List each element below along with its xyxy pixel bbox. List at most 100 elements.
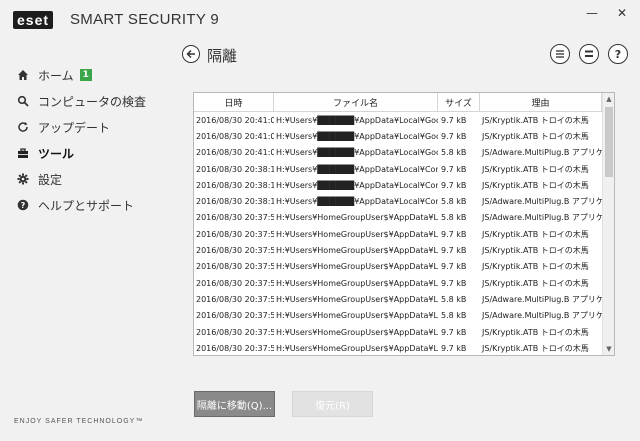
cell-size: 5.8 kB (441, 294, 467, 304)
cell-filename: H:¥Users¥HomeGroupUser$¥AppData¥Lo... (276, 343, 438, 353)
sidebar-item-home[interactable]: ホーム 1 (0, 62, 180, 88)
table-row[interactable]: 2016/08/30 20:37:55 H:¥Users¥HomeGroupUse… (194, 324, 602, 340)
cell-reason: JS/Kryptik.ATB トロイの木馬 (482, 343, 589, 353)
sidebar-item-computer-scan[interactable]: コンピュータの検査 (0, 88, 180, 114)
table-row[interactable]: 2016/08/30 20:38:10 H:¥Users¥██████¥AppDa… (194, 193, 602, 209)
cell-size: 9.7 kB (441, 229, 467, 239)
cell-size: 9.7 kB (441, 246, 467, 256)
table-row[interactable]: 2016/08/30 20:37:56 H:¥Users¥HomeGroupUse… (194, 226, 602, 242)
list-view-icon[interactable] (579, 44, 599, 64)
cell-reason: JS/Kryptik.ATB トロイの木馬 (482, 164, 589, 174)
sidebar: ホーム 1 コンピュータの検査 アップデート ツール 設定 ? ヘルプとサポート (0, 62, 180, 218)
gear-icon (16, 172, 30, 186)
table-row[interactable]: 2016/08/30 20:41:02 H:¥Users¥██████¥AppDa… (194, 128, 602, 144)
table-row[interactable]: 2016/08/30 20:37:56 H:¥Users¥HomeGroupUse… (194, 242, 602, 258)
column-header-date[interactable]: 日時 (194, 93, 274, 111)
cell-filename: H:¥Users¥HomeGroupUser$¥AppData¥Lo... (276, 294, 438, 304)
table-row[interactable]: 2016/08/30 20:41:02 H:¥Users¥██████¥AppDa… (194, 112, 602, 128)
cell-filename: H:¥Users¥HomeGroupUser$¥AppData¥Lo... (276, 229, 438, 239)
title-bar: eset SMART SECURITY 9 — ✕ (0, 0, 640, 36)
cell-size: 9.7 kB (441, 278, 467, 288)
cell-size: 9.7 kB (441, 180, 467, 190)
svg-text:?: ? (21, 201, 26, 210)
cell-size: 9.7 kB (441, 327, 467, 337)
quarantine-table[interactable]: 日時 ファイル名 サイズ 理由 2016/08/30 20:41:02 H:¥Us… (193, 92, 615, 356)
table-row[interactable]: 2016/08/30 20:37:55 H:¥Users¥HomeGroupUse… (194, 340, 602, 355)
cell-date: 2016/08/30 20:37:56 (196, 246, 274, 256)
sidebar-item-update[interactable]: アップデート (0, 114, 180, 140)
cell-date: 2016/08/30 20:41:02 (196, 148, 274, 158)
cell-reason: JS/Adware.MultiPlug.B アプリケ... (482, 294, 602, 304)
sidebar-item-label: ホーム (38, 68, 74, 83)
cell-reason: JS/Kryptik.ATB トロイの木馬 (482, 278, 589, 288)
window-controls: — ✕ (580, 4, 634, 22)
table-body: 2016/08/30 20:41:02 H:¥Users¥██████¥AppDa… (194, 112, 602, 355)
cell-reason: JS/Kryptik.ATB トロイの木馬 (482, 229, 589, 239)
back-button[interactable] (182, 45, 200, 63)
vertical-scrollbar[interactable]: ▲ ▼ (602, 93, 614, 355)
cell-date: 2016/08/30 20:37:56 (196, 229, 274, 239)
table-row[interactable]: 2016/08/30 20:37:55 H:¥Users¥HomeGroupUse… (194, 308, 602, 324)
sidebar-item-tools[interactable]: ツール (0, 140, 180, 166)
cell-date: 2016/08/30 20:37:55 (196, 294, 274, 304)
sidebar-item-label: アップデート (38, 120, 111, 135)
help-icon[interactable]: ? (608, 44, 628, 64)
cell-date: 2016/08/30 20:37:55 (196, 311, 274, 321)
cell-date: 2016/08/30 20:38:10 (196, 197, 274, 207)
sidebar-item-label: ヘルプとサポート (38, 198, 135, 213)
cell-size: 5.8 kB (441, 148, 467, 158)
move-to-quarantine-button[interactable]: 隔離に移動(Q)... (194, 391, 275, 417)
table-row[interactable]: 2016/08/30 20:37:55 H:¥Users¥HomeGroupUse… (194, 275, 602, 291)
search-icon (16, 94, 30, 108)
column-header-size[interactable]: サイズ (438, 93, 480, 111)
table-row[interactable]: 2016/08/30 20:38:10 H:¥Users¥██████¥AppDa… (194, 177, 602, 193)
scroll-thumb[interactable] (605, 107, 613, 177)
column-header-reason[interactable]: 理由 (480, 93, 602, 111)
cell-filename: H:¥Users¥██████¥AppData¥Local¥Goo... (276, 148, 438, 158)
cell-reason: JS/Kryptik.ATB トロイの木馬 (482, 131, 589, 141)
table-row[interactable]: 2016/08/30 20:41:02 H:¥Users¥██████¥AppDa… (194, 145, 602, 161)
cell-reason: JS/Adware.MultiPlug.B アプリケ... (482, 148, 602, 158)
table-row[interactable]: 2016/08/30 20:37:56 H:¥Users¥HomeGroupUse… (194, 210, 602, 226)
cell-date: 2016/08/30 20:37:55 (196, 343, 274, 353)
table-row[interactable]: 2016/08/30 20:37:56 H:¥Users¥HomeGroupUse… (194, 259, 602, 275)
sidebar-item-settings[interactable]: 設定 (0, 166, 180, 192)
restore-button[interactable]: 復元(R) (292, 391, 373, 417)
refresh-icon (16, 120, 30, 134)
sidebar-item-label: ツール (38, 146, 75, 161)
cell-date: 2016/08/30 20:41:02 (196, 115, 274, 125)
scroll-down-icon[interactable]: ▼ (603, 343, 614, 355)
help-icon: ? (16, 198, 30, 212)
cell-reason: JS/Kryptik.ATB トロイの木馬 (482, 246, 589, 256)
header-actions: ? (550, 44, 628, 64)
cell-date: 2016/08/30 20:38:10 (196, 180, 274, 190)
cell-reason: JS/Kryptik.ATB トロイの木馬 (482, 262, 589, 272)
table-row[interactable]: 2016/08/30 20:37:55 H:¥Users¥HomeGroupUse… (194, 291, 602, 307)
scroll-up-icon[interactable]: ▲ (603, 93, 614, 105)
sidebar-item-label: コンピュータの検査 (38, 94, 147, 109)
cell-filename: H:¥Users¥HomeGroupUser$¥AppData¥Lo... (276, 213, 438, 223)
cell-filename: H:¥Users¥██████¥AppData¥Local¥Goo... (276, 115, 438, 125)
page-title: 隔離 (207, 47, 238, 65)
table-row[interactable]: 2016/08/30 20:38:10 H:¥Users¥██████¥AppDa… (194, 161, 602, 177)
menu-icon[interactable] (550, 44, 570, 64)
cell-filename: H:¥Users¥HomeGroupUser$¥AppData¥Lo... (276, 262, 438, 272)
close-button[interactable]: ✕ (610, 4, 634, 22)
cell-date: 2016/08/30 20:37:56 (196, 213, 274, 223)
cell-reason: JS/Adware.MultiPlug.B アプリケ... (482, 197, 602, 207)
cell-date: 2016/08/30 20:41:02 (196, 131, 274, 141)
cell-reason: JS/Kryptik.ATB トロイの木馬 (482, 180, 589, 190)
cell-size: 9.7 kB (441, 115, 467, 125)
sidebar-item-help[interactable]: ? ヘルプとサポート (0, 192, 180, 218)
column-header-filename[interactable]: ファイル名 (274, 93, 438, 111)
minimize-button[interactable]: — (580, 4, 604, 22)
cell-reason: JS/Kryptik.ATB トロイの木馬 (482, 115, 589, 125)
cell-size: 9.7 kB (441, 164, 467, 174)
cell-filename: H:¥Users¥HomeGroupUser$¥AppData¥Lo... (276, 246, 438, 256)
cell-reason: JS/Kryptik.ATB トロイの木馬 (482, 327, 589, 337)
cell-filename: H:¥Users¥██████¥AppData¥Local¥Com... (276, 197, 438, 207)
eset-logo: eset (13, 10, 54, 30)
cell-date: 2016/08/30 20:37:55 (196, 278, 274, 288)
table-header: 日時 ファイル名 サイズ 理由 (194, 93, 614, 112)
cell-size: 9.7 kB (441, 131, 467, 141)
